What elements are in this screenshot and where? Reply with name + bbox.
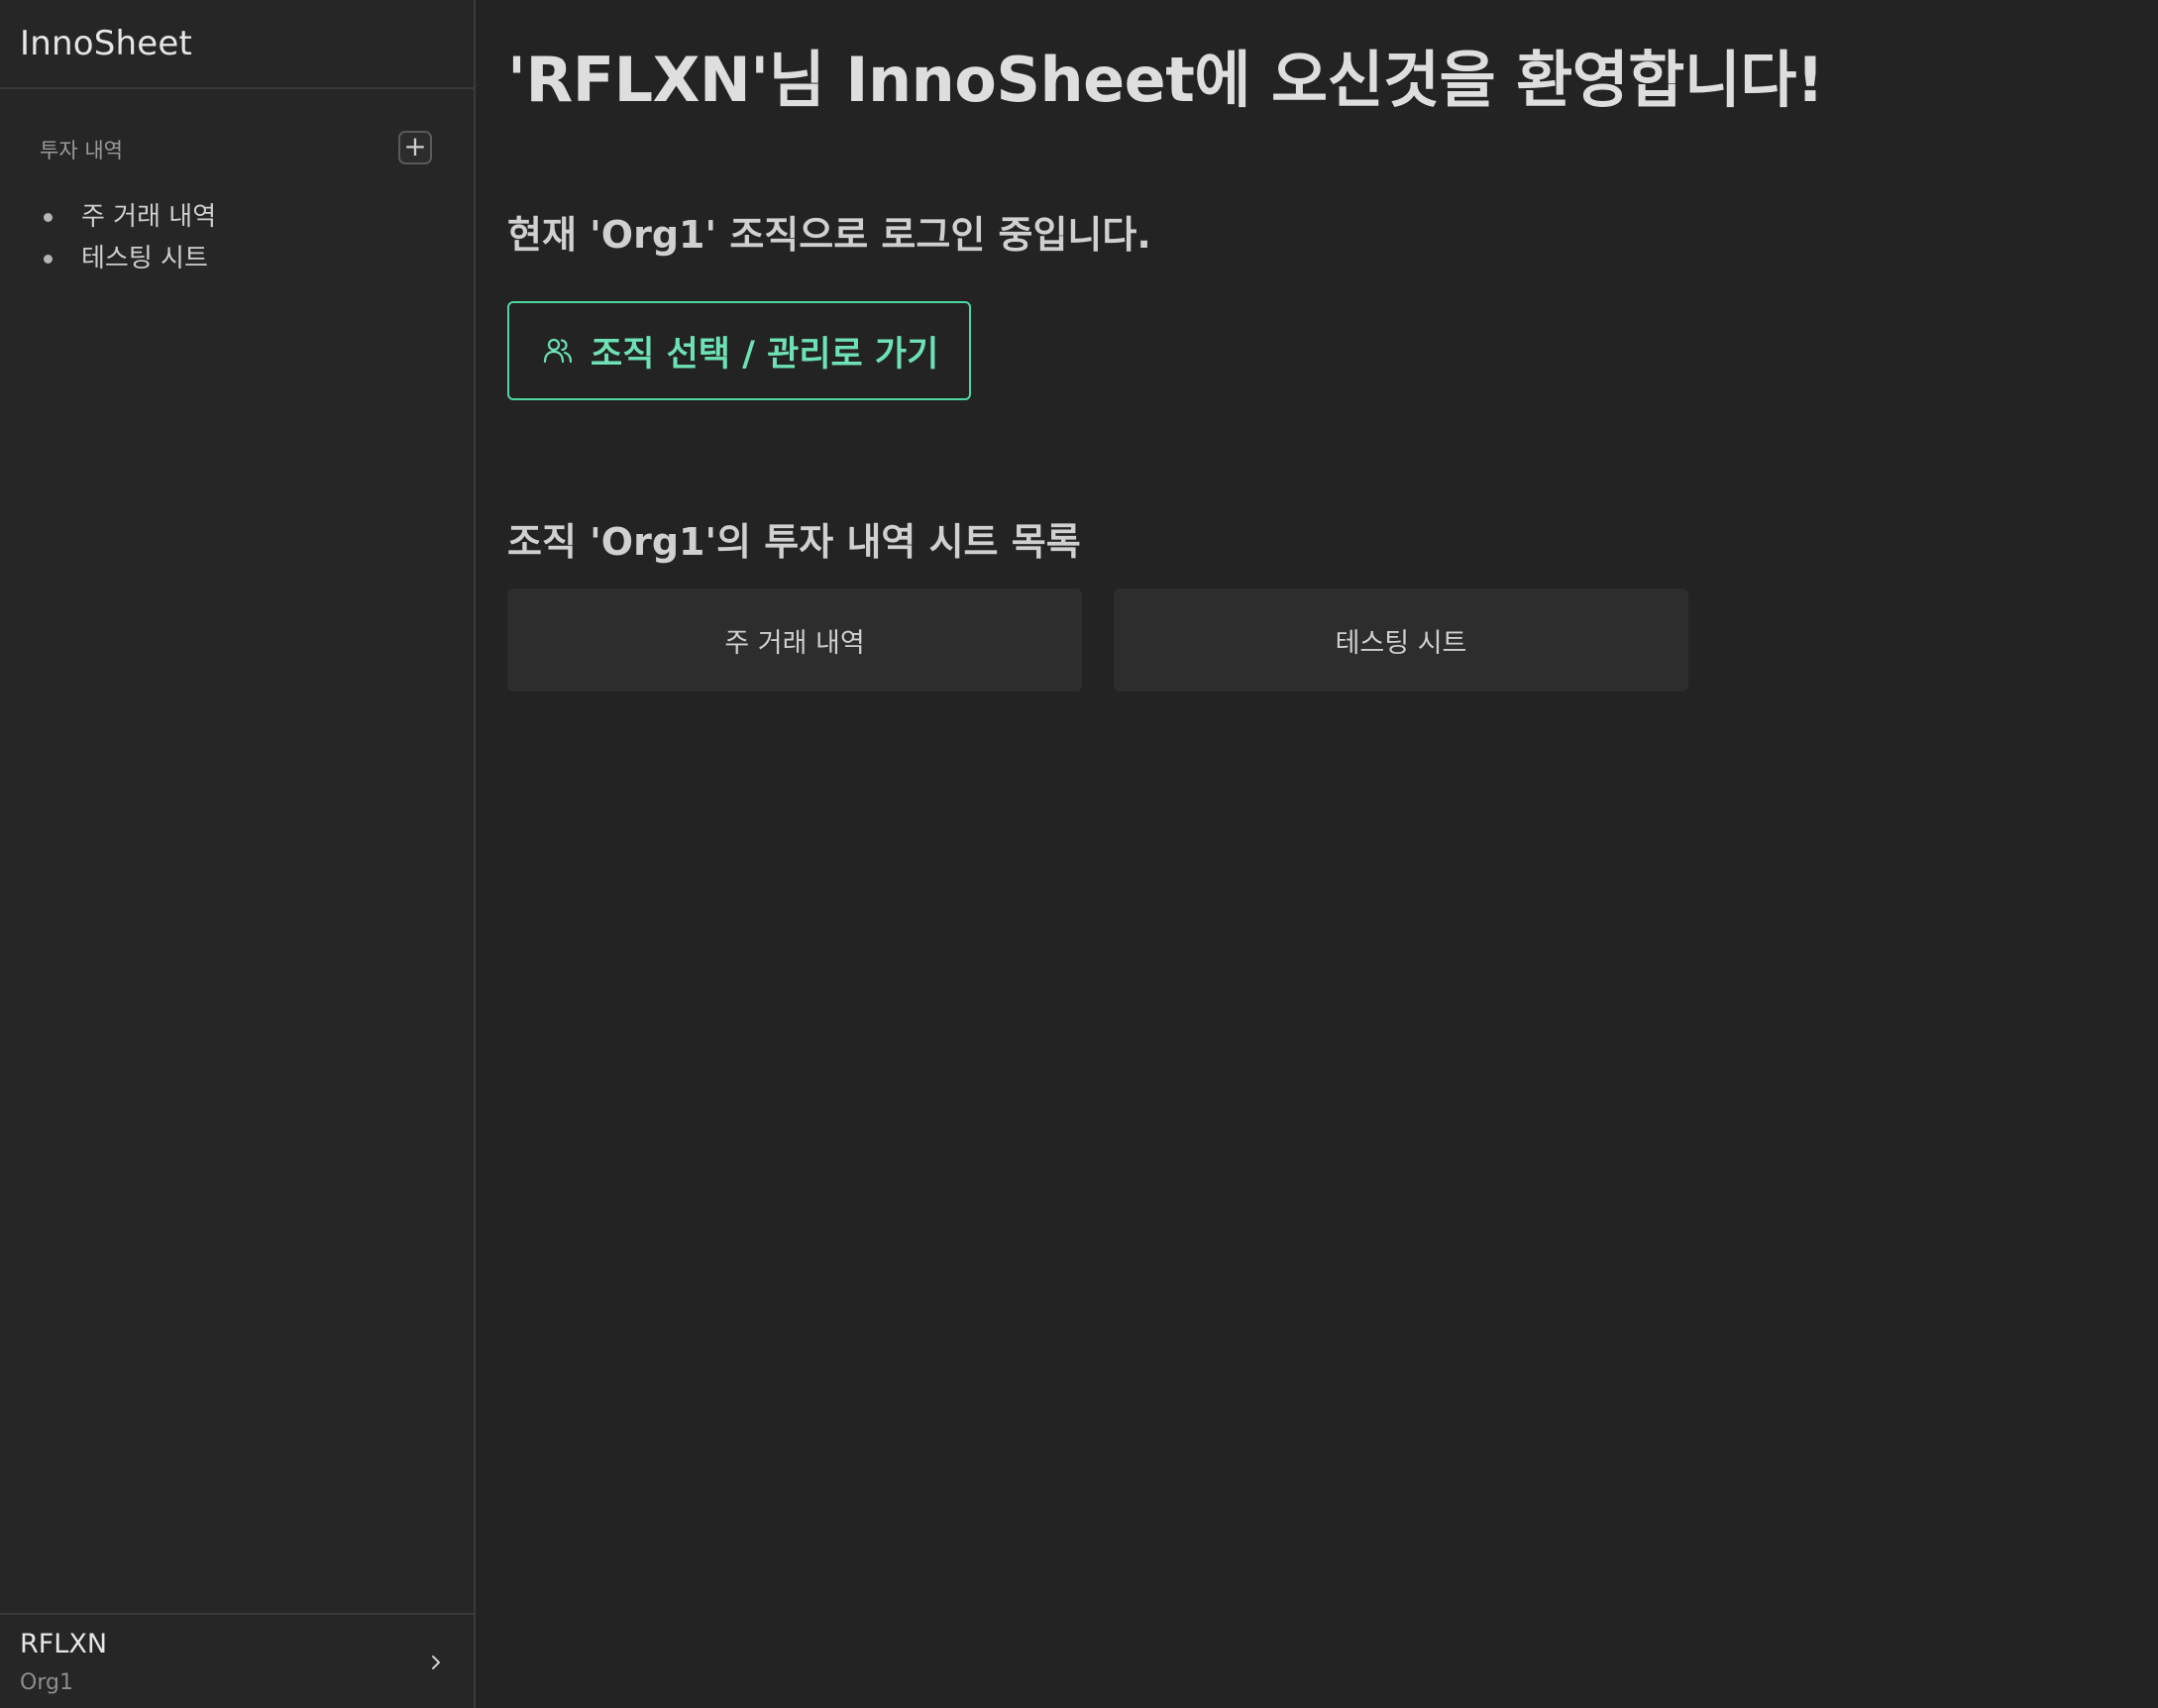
sheet-list-title: 조직 'Org1'의 투자 내역 시트 목록 [507,520,1081,564]
login-status: 현재 'Org1' 조직으로 로그인 중입니다. [507,213,1151,257]
sheet-list: 주 거래 내역 테스팅 시트 [0,196,216,279]
sidebar-header: InnoSheet [0,0,474,89]
page-title: 'RFLXN'님 InnoSheet에 오신것을 환영합니다! [507,44,1824,116]
bullet-icon [44,255,53,264]
org-manage-button[interactable]: 조직 선택 / 관리로 가기 [507,301,971,400]
bullet-icon [44,213,53,222]
plus-icon: + [403,130,427,162]
section-header: 투자 내역 + [0,129,474,168]
app-title: InnoSheet [20,24,193,63]
sheet-card-main-transactions[interactable]: 주 거래 내역 [507,588,1082,692]
chevron-right-icon [432,1655,440,1669]
main-content: 'RFLXN'님 InnoSheet에 오신것을 환영합니다! 현재 'Org1… [476,0,2158,1708]
users-icon [543,338,573,364]
sidebar-item-testing-sheet[interactable]: 테스팅 시트 [0,238,216,279]
app-window: InnoSheet 투자 내역 + 주 거래 내역 테스팅 시트 RFLXN O… [0,0,2158,1708]
user-name: RFLXN [20,1629,108,1659]
sidebar-item-label: 테스팅 시트 [81,244,208,273]
section-label: 투자 내역 [40,139,123,162]
account-switcher[interactable]: RFLXN Org1 [0,1613,474,1708]
org-name: Org1 [20,1670,73,1695]
add-sheet-button[interactable]: + [398,131,432,164]
org-manage-button-label: 조직 선택 / 관리로 가기 [591,334,939,374]
sidebar: InnoSheet 투자 내역 + 주 거래 내역 테스팅 시트 RFLXN O… [0,0,476,1708]
sidebar-item-label: 주 거래 내역 [81,202,217,232]
sidebar-item-main-transactions[interactable]: 주 거래 내역 [0,196,216,238]
sheet-card-testing-sheet[interactable]: 테스팅 시트 [1114,588,1688,692]
sheet-cards: 주 거래 내역 테스팅 시트 [507,588,1688,692]
